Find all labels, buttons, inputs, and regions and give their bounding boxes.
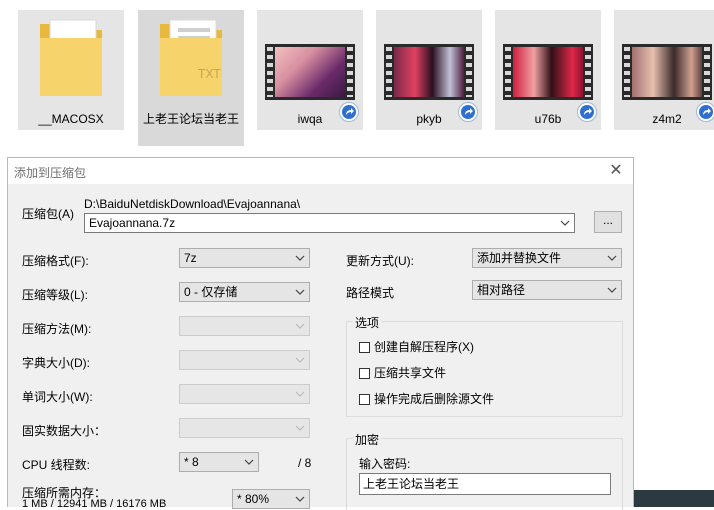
- sfx-label: 创建自解压程序(X): [374, 340, 474, 354]
- format-value: 7z: [184, 251, 197, 265]
- file-item-iwqa[interactable]: iwqa: [257, 10, 363, 130]
- word-select: [179, 384, 310, 404]
- shared-checkbox[interactable]: [359, 368, 370, 379]
- options-title: 选项: [353, 314, 382, 331]
- close-button[interactable]: ✕: [599, 158, 633, 184]
- file-label: pkyb: [416, 112, 442, 126]
- chevron-down-icon: [295, 255, 305, 261]
- update-value: 添加并替换文件: [477, 251, 562, 265]
- memory-percent-value: * 80%: [237, 492, 270, 506]
- archive-name-value: Evajoannana.7z: [89, 216, 176, 230]
- chevron-down-icon: [607, 255, 617, 261]
- level-select[interactable]: 0 - 仅存储: [179, 282, 310, 302]
- file-item-z4m2[interactable]: z4m2: [614, 10, 714, 130]
- word-label: 单词大小(W):: [22, 390, 93, 404]
- archive-directory: D:\BaiduNetdiskDownload\Evajoannana\: [84, 197, 301, 211]
- chevron-down-icon: [607, 287, 617, 293]
- sfx-checkbox[interactable]: [359, 342, 370, 353]
- cpu-select[interactable]: * 8: [179, 452, 259, 472]
- archive-label: 压缩包(A): [22, 207, 74, 221]
- delete-checkbox[interactable]: [359, 394, 370, 405]
- dialog-title: 添加到压缩包: [14, 166, 87, 180]
- file-item-macosx[interactable]: __MACOSX: [18, 10, 124, 130]
- file-label: __MACOSX: [38, 112, 104, 126]
- dict-label: 字典大小(D):: [22, 356, 90, 370]
- cpu-label: CPU 线程数:: [22, 458, 91, 472]
- path-mode-label: 路径模式: [346, 286, 395, 300]
- method-select: [179, 316, 310, 336]
- file-grid: __MACOSX TXT 上老王论坛当老王 iwqa pkyb u76b z4m…: [0, 0, 714, 157]
- browse-button[interactable]: ...: [594, 211, 622, 233]
- file-label: 上老王论坛当老王: [142, 112, 239, 126]
- method-label: 压缩方法(M):: [22, 322, 92, 336]
- sfx-checkbox-row[interactable]: 创建自解压程序(X): [359, 338, 474, 355]
- chevron-down-icon[interactable]: [560, 218, 570, 228]
- format-select[interactable]: 7z: [179, 248, 310, 268]
- file-label: iwqa: [297, 112, 323, 126]
- file-item-pkyb[interactable]: pkyb: [376, 10, 482, 130]
- chevron-down-icon: [295, 496, 305, 502]
- chevron-down-icon: [295, 425, 305, 431]
- encryption-group: 加密 输入密码: 上老王论坛当老王: [346, 431, 623, 510]
- password-label: 输入密码:: [359, 457, 411, 471]
- delete-checkbox-row[interactable]: 操作完成后删除源文件: [359, 390, 494, 407]
- chevron-down-icon: [295, 357, 305, 363]
- video-thumbnail: [384, 44, 474, 100]
- options-group: 选项 创建自解压程序(X) 压缩共享文件 操作完成后删除源文件: [346, 314, 623, 417]
- format-label: 压缩格式(F):: [22, 254, 89, 268]
- file-item-folder-2[interactable]: TXT 上老王论坛当老王: [138, 10, 244, 146]
- level-label: 压缩等级(L):: [22, 288, 89, 302]
- archive-name-combo[interactable]: Evajoannana.7z: [84, 213, 575, 233]
- solid-select: [179, 418, 310, 438]
- chevron-down-icon: [244, 459, 254, 465]
- update-select[interactable]: 添加并替换文件: [472, 248, 622, 268]
- folder-icon: TXT: [160, 19, 222, 96]
- delete-label: 操作完成后删除源文件: [374, 392, 495, 406]
- explorer-background: [634, 157, 714, 507]
- cpu-total: / 8: [298, 456, 312, 470]
- path-mode-select[interactable]: 相对路径: [472, 280, 622, 300]
- shared-checkbox-row[interactable]: 压缩共享文件: [359, 364, 446, 381]
- video-thumbnail: [503, 44, 593, 100]
- solid-label: 固实数据大小：: [22, 424, 107, 438]
- password-input[interactable]: 上老王论坛当老王: [359, 473, 611, 495]
- chevron-down-icon: [295, 289, 305, 295]
- folder-icon: [40, 19, 102, 96]
- file-item-u76b[interactable]: u76b: [495, 10, 601, 130]
- video-thumbnail: [265, 44, 355, 100]
- encryption-title: 加密: [353, 431, 382, 448]
- taskbar-edge: [634, 490, 714, 507]
- level-value: 0 - 仅存储: [184, 285, 238, 299]
- cpu-value: * 8: [184, 455, 199, 469]
- chevron-down-icon: [295, 323, 305, 329]
- add-to-archive-dialog: 添加到压缩包 ✕ 压缩包(A) D:\BaiduNetdiskDownload\…: [7, 157, 634, 510]
- chevron-down-icon: [295, 391, 305, 397]
- file-label: z4m2: [652, 112, 682, 126]
- svg-text:TXT: TXT: [197, 67, 221, 81]
- memory-percent-select[interactable]: * 80%: [232, 489, 310, 509]
- memory-value: 1 MB / 12941 MB / 16176 MB: [22, 498, 167, 510]
- shared-label: 压缩共享文件: [374, 366, 447, 380]
- video-thumbnail: [622, 44, 712, 100]
- file-label: u76b: [534, 112, 562, 126]
- dict-select: [179, 350, 310, 370]
- title-bar[interactable]: 添加到压缩包 ✕: [8, 158, 633, 184]
- path-mode-value: 相对路径: [477, 283, 526, 297]
- update-label: 更新方式(U):: [346, 254, 414, 268]
